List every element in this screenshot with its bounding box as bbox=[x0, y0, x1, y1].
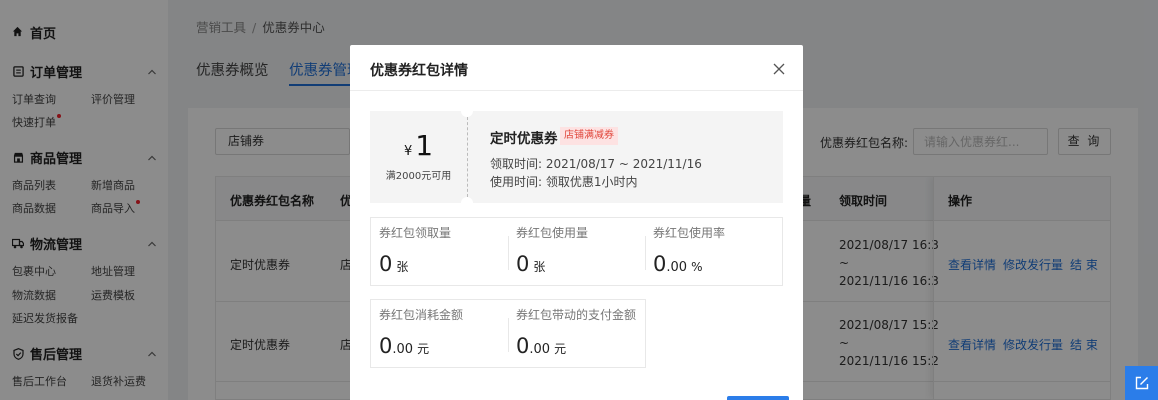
stat-number: 0 bbox=[379, 252, 393, 276]
coupon-dashed-divider bbox=[467, 117, 468, 197]
stat-value: 0.00 元 bbox=[516, 334, 566, 358]
close-icon[interactable] bbox=[772, 62, 786, 76]
modal-divider bbox=[350, 90, 803, 91]
stat-number: 0 bbox=[653, 252, 667, 276]
stat-value: 0.00 元 bbox=[379, 334, 429, 358]
stat-label: 券红包带动的支付金额 bbox=[516, 308, 637, 322]
stat-value: 0.00% bbox=[653, 252, 702, 276]
coupon-name: 定时优惠券 bbox=[490, 131, 558, 147]
stat-unit: 元 bbox=[417, 342, 430, 356]
coupon-value-area: ¥1 满2000元可用 bbox=[370, 111, 467, 203]
coupon-type-tag: 店铺满减券 bbox=[560, 127, 618, 145]
stat-claimed: 券红包领取量 0张 bbox=[371, 218, 508, 285]
stat-value: 0张 bbox=[516, 252, 545, 276]
stat-label: 券红包消耗金额 bbox=[379, 308, 464, 322]
coupon-condition: 满2000元可用 bbox=[385, 171, 452, 182]
stat-used: 券红包使用量 0张 bbox=[508, 218, 645, 285]
stats-box: 券红包领取量 0张 券红包使用量 0张 券红包使用率 0.00% bbox=[370, 217, 783, 286]
coupon-claim-time: 领取时间: 2021/08/17 ~ 2021/11/16 bbox=[490, 157, 702, 171]
stat-unit: 张 bbox=[533, 260, 546, 274]
coupon-notch bbox=[461, 105, 473, 117]
coupon-card: ¥1 满2000元可用 定时优惠券 店铺满减券 领取时间: 2021/08/17… bbox=[370, 105, 783, 209]
stat-label: 券红包领取量 bbox=[379, 226, 452, 240]
stat-use-rate: 券红包使用率 0.00% bbox=[645, 218, 782, 285]
coupon-notch bbox=[461, 197, 473, 209]
coupon-use-time: 使用时间: 领取优惠1小时内 bbox=[490, 175, 638, 189]
stat-decimal: .00 bbox=[392, 342, 414, 357]
coupon-currency: ¥ bbox=[403, 144, 413, 159]
stats-box: 券红包消耗金额 0.00 元 券红包带动的支付金额 0.00 元 bbox=[370, 299, 646, 368]
floating-edit-button[interactable] bbox=[1125, 366, 1158, 400]
stat-label: 券红包使用率 bbox=[653, 226, 726, 240]
stat-consumed-amount: 券红包消耗金额 0.00 元 bbox=[371, 300, 508, 367]
edit-icon bbox=[1135, 376, 1148, 390]
stat-decimal: .00 bbox=[529, 342, 551, 357]
coupon-detail-modal: 优惠券红包详情 ¥1 满2000元可用 定时优惠券 店铺满减券 领取时间: 20… bbox=[350, 45, 803, 400]
stat-unit: 张 bbox=[396, 260, 409, 274]
stat-unit: 元 bbox=[554, 342, 567, 356]
stat-driven-payment: 券红包带动的支付金额 0.00 元 bbox=[508, 300, 645, 367]
stat-number: 0 bbox=[516, 334, 530, 358]
stat-number: 0 bbox=[379, 334, 393, 358]
modal-confirm-button[interactable] bbox=[727, 396, 789, 400]
stat-number: 0 bbox=[516, 252, 530, 276]
stat-label: 券红包使用量 bbox=[516, 226, 589, 240]
coupon-amount: ¥1 bbox=[370, 129, 467, 162]
stat-value: 0张 bbox=[379, 252, 408, 276]
stat-decimal: .00 bbox=[666, 260, 688, 275]
stat-unit: % bbox=[691, 260, 703, 274]
modal-title: 优惠券红包详情 bbox=[370, 63, 468, 79]
coupon-amount-value: 1 bbox=[415, 129, 434, 162]
